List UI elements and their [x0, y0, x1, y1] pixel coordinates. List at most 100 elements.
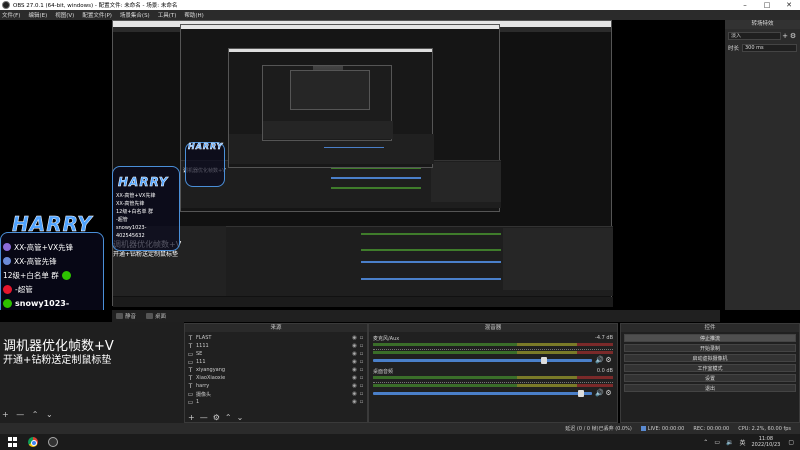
volume-slider-handle[interactable]	[540, 356, 547, 364]
volume-slider[interactable]	[373, 389, 592, 397]
notification-icon[interactable]: ▢	[788, 439, 794, 446]
title-bar: OBS 27.0.1 (64-bit, windows) - 配置文件: 未命名…	[0, 0, 800, 10]
eye-icon[interactable]: ◉	[351, 367, 358, 373]
settings-button[interactable]: 设置	[624, 374, 796, 382]
source-item[interactable]: Txiyangyang ◉ ▫	[187, 366, 365, 374]
network-icon[interactable]: ▭	[714, 439, 720, 446]
chrome-icon[interactable]	[28, 437, 38, 447]
lock-icon[interactable]: ▫	[358, 383, 365, 389]
lock-icon[interactable]: ▫	[358, 335, 365, 341]
lock-icon[interactable]: ▫	[358, 359, 365, 365]
add-scene-button[interactable]: +	[2, 410, 9, 419]
lock-icon[interactable]: ▫	[358, 351, 365, 357]
clock[interactable]: 11:08 2022/10/23	[752, 436, 781, 448]
gear-icon[interactable]: ⚙	[789, 32, 797, 40]
live-status: LIVE: 00:00:00	[640, 425, 684, 432]
move-down-button[interactable]: ⌄	[46, 410, 53, 419]
desktop-toggle[interactable]: 桌面	[146, 312, 166, 320]
source-item[interactable]: T XiaoXiaoxie ◉ ▫	[187, 374, 365, 382]
menu-scene-collection[interactable]: 场景集合(S)	[120, 11, 150, 19]
image-source-icon: ▭	[187, 350, 194, 358]
lock-icon[interactable]: ▫	[358, 399, 365, 405]
volume-icon[interactable]: 🔉	[726, 439, 733, 446]
lock-icon[interactable]: ▫	[358, 391, 365, 397]
speaker-icon[interactable]: 🔊	[595, 356, 604, 364]
lock-icon[interactable]: ▫	[358, 343, 365, 349]
system-tray: ⌃ ▭ 🔉 英 11:08 2022/10/23 ▢	[703, 436, 800, 448]
transitions-dock: 转场特效 淡入 + ⚙ 时长 300 ms	[725, 20, 800, 310]
volume-slider[interactable]	[373, 356, 592, 364]
speaker-icon[interactable]: 🔊	[595, 389, 604, 397]
preview-audio-bar: 静音 桌面	[112, 310, 720, 322]
streamer-lines-medium: XX-高管+VX先锋 XX-高管先锋 12级+白名单 群 -超管 snowy10…	[116, 193, 156, 239]
menu-view[interactable]: 视图(V)	[55, 11, 74, 19]
eye-icon[interactable]: ◉	[351, 359, 358, 365]
nested-preview-frame-5	[290, 70, 370, 110]
sources-title: 来源	[185, 324, 367, 332]
virtual-camera-button[interactable]: 启动虚拟摄像机	[624, 354, 796, 362]
source-item[interactable]: Tharry ◉ ▫	[187, 382, 365, 390]
eye-icon[interactable]: ◉	[351, 343, 358, 349]
source-item[interactable]: ▭ 1 ◉ ▫	[187, 398, 365, 406]
eye-icon[interactable]: ◉	[351, 383, 358, 389]
overlay-line-2: XX-高管先锋	[14, 256, 57, 266]
preview-canvas[interactable]: 调机器优化帧数+V 开通+钻粉送定制鼠标垫 调机器优化帧数+V HARRY HA…	[0, 20, 720, 310]
remove-source-button[interactable]: —	[200, 413, 208, 422]
lock-icon[interactable]: ▫	[358, 367, 365, 373]
source-up-button[interactable]: ⌃	[225, 413, 232, 422]
source-item[interactable]: T FLAST ◉ ▫	[187, 334, 365, 342]
language-indicator[interactable]: 英	[739, 438, 745, 447]
source-name: harry	[196, 383, 210, 389]
menu-file[interactable]: 文件(F)	[2, 11, 20, 19]
close-button[interactable]: ✕	[778, 0, 800, 10]
duration-input[interactable]: 300 ms	[742, 44, 797, 52]
menu-help[interactable]: 帮助(H)	[184, 11, 203, 19]
source-item[interactable]: ▭ SE ◉ ▫	[187, 350, 365, 358]
start-recording-button[interactable]: 开始录制	[624, 344, 796, 352]
image-source-icon: ▭	[187, 358, 194, 366]
remove-scene-button[interactable]: —	[16, 410, 24, 419]
meter-scale	[373, 380, 613, 383]
gear-icon[interactable]: ⚙	[604, 389, 613, 397]
transition-select[interactable]: 淡入	[728, 32, 781, 40]
exit-button[interactable]: 退出	[624, 384, 796, 392]
source-name: 1111	[196, 343, 209, 349]
lock-icon[interactable]: ▫	[358, 375, 365, 381]
eye-icon[interactable]: ◉	[351, 399, 358, 405]
eye-icon[interactable]: ◉	[351, 391, 358, 397]
menu-profile[interactable]: 配置文件(P)	[82, 11, 112, 19]
overlay-line-3: 12级+白名单 群	[3, 270, 59, 280]
eye-icon[interactable]: ◉	[351, 351, 358, 357]
source-down-button[interactable]: ⌄	[237, 413, 244, 422]
volume-slider-handle[interactable]	[578, 389, 585, 397]
move-up-button[interactable]: ⌃	[32, 410, 39, 419]
source-item[interactable]: T 1111 ◉ ▫	[187, 342, 365, 350]
eye-icon[interactable]: ◉	[351, 375, 358, 381]
minimize-button[interactable]: –	[734, 0, 756, 10]
controls-dock: 控件 停止推流 开始录制 启动虚拟摄像机 工作室模式 设置 退出	[620, 323, 800, 423]
source-item[interactable]: ▭ 摄像头 ◉ ▫	[187, 390, 365, 398]
menu-tools[interactable]: 工具(T)	[158, 11, 177, 19]
windows-start-icon[interactable]	[8, 437, 18, 447]
cpu-status: CPU: 2.2%, 60.00 fps	[738, 425, 791, 432]
source-properties-button[interactable]: ⚙	[213, 413, 220, 422]
studio-mode-button[interactable]: 工作室模式	[624, 364, 796, 372]
track-db: 0.0 dB	[596, 368, 613, 374]
add-icon[interactable]: +	[781, 32, 789, 40]
chevron-up-icon[interactable]: ⌃	[703, 439, 708, 446]
source-name: 111	[196, 359, 206, 365]
source-item[interactable]: ▭ 111 ◉ ▫	[187, 358, 365, 366]
mic-toggle[interactable]: 静音	[116, 312, 136, 320]
gear-icon[interactable]: ⚙	[604, 356, 613, 364]
overlay-line-4: -超管	[15, 284, 33, 294]
obs-logo-icon	[2, 1, 10, 9]
add-source-button[interactable]: +	[188, 413, 195, 422]
streamer-info: XX-高管+VX先锋 XX-高管先锋 12级+白名单 群 -超管 snowy10…	[3, 240, 103, 310]
stop-streaming-button[interactable]: 停止推流	[624, 334, 796, 342]
eye-icon[interactable]: ◉	[351, 335, 358, 341]
sources-list: T FLAST ◉ ▫ T 1111 ◉ ▫ ▭ SE ◉ ▫ ▭ 111 ◉ ▫ Txiyangyan…	[185, 332, 367, 408]
source-name: FLAST	[196, 335, 212, 341]
menu-edit[interactable]: 编辑(E)	[28, 11, 47, 19]
obs-taskbar-icon[interactable]	[48, 437, 58, 447]
maximize-button[interactable]: □	[756, 0, 778, 10]
